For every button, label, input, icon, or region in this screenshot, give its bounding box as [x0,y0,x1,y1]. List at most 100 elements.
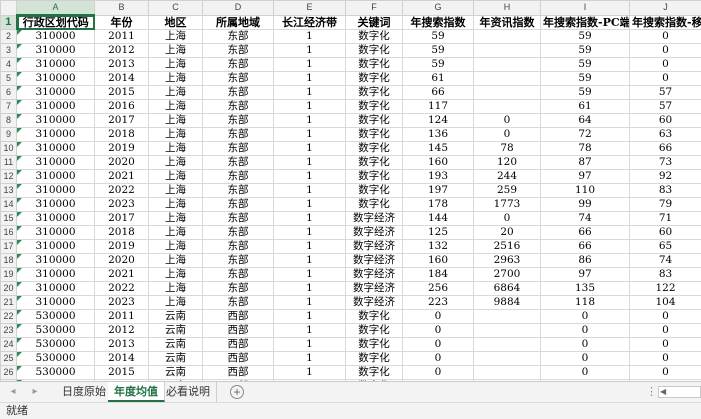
cell[interactable]: 79 [629,197,701,212]
cell[interactable]: 东部 [202,141,274,156]
cell[interactable]: 74 [629,253,701,268]
cell[interactable]: 2014 [94,351,149,366]
cell[interactable]: 1 [273,141,346,156]
cell[interactable]: 71 [629,211,701,226]
cell[interactable]: 东部 [202,267,274,282]
cell[interactable]: 2013 [94,57,149,72]
cell[interactable]: 99 [540,197,630,212]
cell[interactable]: 125 [402,225,474,240]
cell[interactable]: 上海 [148,155,203,170]
row-header[interactable]: 23 [0,323,17,338]
cell[interactable]: 云南 [148,337,203,352]
cell[interactable]: 60 [629,113,701,128]
cell[interactable]: 310000 [16,155,95,170]
cell[interactable]: 上海 [148,113,203,128]
cell[interactable]: 59 [540,85,630,100]
cell[interactable]: 上海 [148,57,203,72]
cell[interactable]: 上海 [148,281,203,296]
cell[interactable]: 西部 [202,337,274,352]
cell[interactable]: 0 [629,337,701,352]
cell[interactable]: 310000 [16,225,95,240]
cell[interactable]: 160 [402,155,474,170]
cell[interactable]: 2023 [94,295,149,310]
cell[interactable]: 83 [629,267,701,282]
cell[interactable]: 上海 [148,141,203,156]
cell[interactable]: 2017 [94,113,149,128]
cell[interactable]: 2020 [94,155,149,170]
cell[interactable]: 东部 [202,169,274,184]
row-header[interactable]: 13 [0,183,17,198]
cell[interactable]: 160 [402,253,474,268]
cell[interactable]: 2013 [94,337,149,352]
spreadsheet-grid[interactable]: ABCDEFGHIJ 1 行政区划代码 年份 地区 所属地域 长江经济带 关键词 年搜索指数年… [0,0,701,381]
cell[interactable]: 145 [402,141,474,156]
row-header[interactable]: 6 [0,85,17,100]
cell[interactable]: 97 [540,267,630,282]
plus-circle-icon[interactable]: + [230,385,244,399]
cell[interactable]: 0 [540,309,630,324]
cell[interactable]: 59 [540,43,630,58]
cell[interactable]: 59 [402,43,474,58]
cell[interactable]: 数字化 [345,365,403,380]
cell[interactable]: 1 [273,183,346,198]
cell[interactable]: 530000 [16,309,95,324]
cell[interactable]: 上海 [148,85,203,100]
cell[interactable]: 2017 [94,211,149,226]
cell[interactable]: 122 [629,281,701,296]
cell[interactable]: 310000 [16,71,95,86]
cell[interactable]: 上海 [148,99,203,114]
cell[interactable]: 0 [629,29,701,44]
cell[interactable]: 117 [402,99,474,114]
cell[interactable]: 0 [402,337,474,352]
cell[interactable]: 87 [540,155,630,170]
cell[interactable]: 310000 [16,183,95,198]
cell[interactable]: 104 [629,295,701,310]
cell[interactable]: 0 [629,43,701,58]
cell[interactable]: 59 [402,57,474,72]
cell[interactable]: 310000 [16,295,95,310]
cell[interactable]: 数字化 [345,113,403,128]
cell[interactable]: 2020 [94,253,149,268]
cell[interactable]: 0 [629,351,701,366]
cell[interactable]: 东部 [202,29,274,44]
cell[interactable]: 1 [273,267,346,282]
last-sheet-arrow-icon[interactable]: ▸ [28,385,42,399]
cell[interactable]: 上海 [148,43,203,58]
cell[interactable]: 259 [473,183,541,198]
cell[interactable]: 310000 [16,99,95,114]
row-header[interactable]: 4 [0,57,17,72]
cell[interactable]: 数字化 [345,183,403,198]
cell[interactable]: 数字化 [345,155,403,170]
cell[interactable]: 92 [629,169,701,184]
cell[interactable]: 310000 [16,127,95,142]
cell[interactable]: 数字化 [345,309,403,324]
cell[interactable]: 2963 [473,253,541,268]
cell[interactable]: 0 [629,57,701,72]
cell[interactable]: 310000 [16,267,95,282]
cell[interactable]: 数字经济 [345,281,403,296]
cell[interactable]: 124 [402,113,474,128]
cell[interactable]: 2015 [94,365,149,380]
cell[interactable]: 2700 [473,267,541,282]
cell[interactable]: 东部 [202,253,274,268]
cell[interactable]: 118 [540,295,630,310]
row-header[interactable]: 15 [0,211,17,226]
cell[interactable]: 东部 [202,239,274,254]
cell[interactable]: 东部 [202,197,274,212]
row-header[interactable]: 9 [0,127,17,142]
cell[interactable]: 数字经济 [345,239,403,254]
cell[interactable]: 310000 [16,239,95,254]
cell[interactable]: 2012 [94,323,149,338]
cell[interactable]: 310000 [16,197,95,212]
cell[interactable] [473,99,541,114]
cell[interactable]: 0 [473,113,541,128]
cell[interactable]: 0 [540,337,630,352]
column-header-j[interactable]: J [629,0,701,16]
more-options-icon[interactable]: ⋮ [646,385,657,399]
cell[interactable]: 1 [273,337,346,352]
cell[interactable]: 数字化 [345,169,403,184]
cell[interactable]: 0 [540,365,630,380]
cell[interactable]: 数字化 [345,43,403,58]
cell[interactable] [473,323,541,338]
row-header[interactable]: 16 [0,225,17,240]
